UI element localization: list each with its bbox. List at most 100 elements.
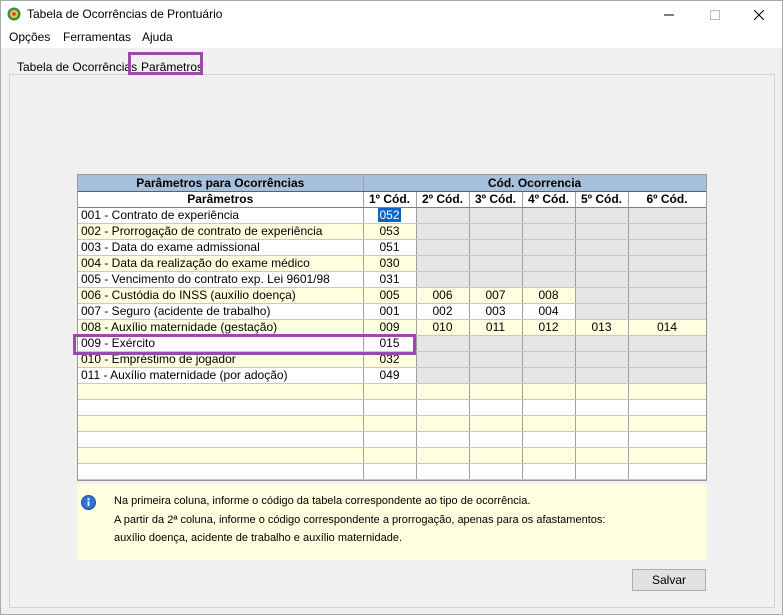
codigo-cell[interactable] <box>522 463 576 480</box>
codigo-cell[interactable] <box>522 239 576 256</box>
codigo-cell[interactable] <box>522 383 576 400</box>
parametro-cell[interactable]: 003 - Data do exame admissional <box>78 239 364 256</box>
codigo-cell[interactable] <box>469 255 523 272</box>
menu-ajuda[interactable]: Ajuda <box>142 30 173 44</box>
table-row[interactable]: 007 - Seguro (acidente de trabalho) 001 00… <box>78 303 706 320</box>
codigo-cell[interactable] <box>628 463 706 480</box>
codigo-cell[interactable] <box>575 239 629 256</box>
codigo-cell[interactable]: 053 <box>363 223 417 240</box>
codigo-cell[interactable] <box>522 223 576 240</box>
codigo-cell[interactable] <box>363 415 417 432</box>
codigo-cell[interactable] <box>469 351 523 368</box>
codigo-cell[interactable]: 004 <box>522 303 576 320</box>
table-row[interactable]: 011 - Auxílio maternidade (por adoção) 04… <box>78 367 706 384</box>
codigo-cell[interactable]: 030 <box>363 255 417 272</box>
parametro-cell[interactable]: 007 - Seguro (acidente de trabalho) <box>78 303 364 320</box>
codigo-cell[interactable] <box>575 207 629 224</box>
codigo-cell[interactable]: 013 <box>575 319 629 336</box>
codigo-cell[interactable] <box>363 431 417 448</box>
codigo-cell[interactable] <box>575 287 629 304</box>
codigo-cell[interactable] <box>575 431 629 448</box>
codigo-cell[interactable] <box>416 239 470 256</box>
codigo-cell[interactable] <box>363 463 417 480</box>
codigo-cell[interactable]: 005 <box>363 287 417 304</box>
codigo-cell[interactable] <box>469 431 523 448</box>
codigo-cell[interactable] <box>416 447 470 464</box>
codigo-cell[interactable] <box>522 367 576 384</box>
codigo-cell[interactable]: 031 <box>363 271 417 288</box>
codigo-cell[interactable] <box>416 415 470 432</box>
codigo-cell[interactable] <box>628 351 706 368</box>
codigo-cell[interactable] <box>575 271 629 288</box>
codigo-cell[interactable] <box>628 383 706 400</box>
codigo-cell[interactable] <box>469 271 523 288</box>
codigo-cell[interactable] <box>522 335 576 352</box>
table-row[interactable] <box>78 383 706 400</box>
close-button[interactable] <box>736 1 782 28</box>
parametro-cell[interactable]: 002 - Prorrogação de contrato de experiê… <box>78 223 364 240</box>
codigo-cell[interactable] <box>575 351 629 368</box>
codigo-cell[interactable] <box>628 223 706 240</box>
codigo-cell[interactable] <box>416 463 470 480</box>
parametro-cell[interactable] <box>78 383 364 400</box>
codigo-cell[interactable]: 002 <box>416 303 470 320</box>
table-row[interactable]: 009 - Exército 015 <box>78 335 706 352</box>
table-row[interactable]: 002 - Prorrogação de contrato de experiê… <box>78 223 706 240</box>
parametro-cell[interactable] <box>78 431 364 448</box>
codigo-cell[interactable]: 015 <box>363 335 417 352</box>
parametro-cell[interactable]: 008 - Auxílio maternidade (gestação) <box>78 319 364 336</box>
codigo-cell[interactable] <box>363 383 417 400</box>
codigo-cell[interactable] <box>522 447 576 464</box>
table-row[interactable] <box>78 463 706 480</box>
parametro-cell[interactable]: 009 - Exército <box>78 335 364 352</box>
parametro-cell[interactable]: 010 - Empréstimo de jogador <box>78 351 364 368</box>
parametro-cell[interactable] <box>78 463 364 480</box>
parametro-cell[interactable] <box>78 415 364 432</box>
codigo-cell[interactable] <box>469 223 523 240</box>
codigo-cell[interactable] <box>416 431 470 448</box>
codigo-cell[interactable] <box>416 399 470 416</box>
codigo-cell[interactable] <box>416 367 470 384</box>
codigo-cell[interactable] <box>628 255 706 272</box>
codigo-cell[interactable] <box>628 271 706 288</box>
codigo-cell[interactable]: 012 <box>522 319 576 336</box>
menu-ferramentas[interactable]: Ferramentas <box>63 30 131 44</box>
parametros-grid[interactable]: Parâmetros para Ocorrências Cód. Ocorren… <box>77 174 707 481</box>
codigo-cell[interactable] <box>522 271 576 288</box>
codigo-cell[interactable] <box>469 335 523 352</box>
codigo-cell[interactable]: 006 <box>416 287 470 304</box>
codigo-cell[interactable] <box>416 351 470 368</box>
parametro-cell[interactable]: 005 - Vencimento do contrato exp. Lei 96… <box>78 271 364 288</box>
codigo-cell[interactable] <box>522 255 576 272</box>
codigo-cell[interactable]: 003 <box>469 303 523 320</box>
codigo-cell[interactable] <box>469 207 523 224</box>
codigo-cell[interactable] <box>469 239 523 256</box>
parametro-cell[interactable]: 001 - Contrato de experiência <box>78 207 364 224</box>
save-button[interactable]: Salvar <box>632 569 706 591</box>
codigo-cell[interactable] <box>522 415 576 432</box>
table-row[interactable] <box>78 447 706 464</box>
codigo-cell[interactable] <box>575 383 629 400</box>
codigo-cell[interactable] <box>416 207 470 224</box>
table-row[interactable]: 010 - Empréstimo de jogador 032 <box>78 351 706 368</box>
table-row[interactable]: 004 - Data da realização do exame médico… <box>78 255 706 272</box>
table-row[interactable] <box>78 431 706 448</box>
codigo-cell[interactable] <box>469 399 523 416</box>
codigo-cell[interactable] <box>363 399 417 416</box>
codigo-cell[interactable] <box>575 303 629 320</box>
codigo-cell[interactable] <box>575 399 629 416</box>
codigo-cell[interactable] <box>628 399 706 416</box>
codigo-cell[interactable]: 007 <box>469 287 523 304</box>
codigo-cell[interactable] <box>628 431 706 448</box>
codigo-cell[interactable]: 049 <box>363 367 417 384</box>
codigo-cell[interactable] <box>628 447 706 464</box>
codigo-cell[interactable]: 011 <box>469 319 523 336</box>
codigo-cell[interactable] <box>416 271 470 288</box>
codigo-cell[interactable] <box>575 335 629 352</box>
codigo-cell[interactable] <box>522 431 576 448</box>
parametro-cell[interactable]: 011 - Auxílio maternidade (por adoção) <box>78 367 364 384</box>
codigo-cell[interactable]: 032 <box>363 351 417 368</box>
codigo-cell[interactable] <box>628 335 706 352</box>
codigo-cell[interactable]: 051 <box>363 239 417 256</box>
codigo-cell[interactable] <box>628 239 706 256</box>
